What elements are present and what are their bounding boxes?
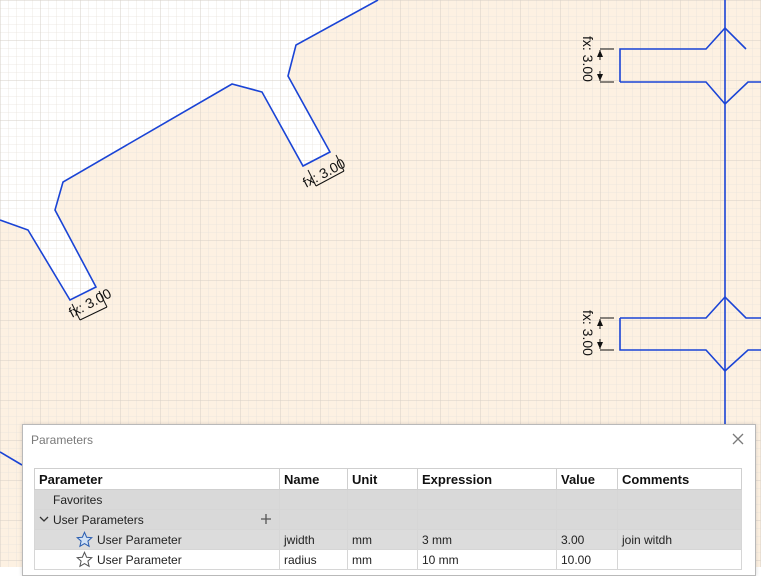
dialog-title: Parameters — [31, 433, 94, 447]
user-parameters-cell: User Parameters — [34, 509, 280, 530]
column-header-name[interactable]: Name — [279, 468, 348, 490]
table-row[interactable]: User Parameter jwidth mm 3 mm 3.00 join … — [34, 529, 742, 550]
user-parameters-label: User Parameters — [53, 512, 144, 527]
parameter-name[interactable]: jwidth — [279, 529, 348, 550]
user-parameters-group-row[interactable]: User Parameters — [34, 509, 742, 530]
parameters-table: Parameter Name Unit Expression Value Com… — [34, 468, 742, 570]
star-icon[interactable] — [76, 551, 93, 568]
add-parameter-icon[interactable] — [259, 510, 273, 528]
parameter-type: User Parameter — [97, 552, 182, 567]
dimension-label: fx: 3.00 — [580, 310, 596, 356]
column-header-parameter[interactable]: Parameter — [34, 468, 280, 490]
column-header-unit[interactable]: Unit — [347, 468, 418, 490]
parameter-cell: User Parameter — [34, 529, 280, 550]
parameter-value: 3.00 — [556, 529, 618, 550]
close-icon[interactable] — [730, 431, 746, 447]
column-header-comments[interactable]: Comments — [617, 468, 742, 490]
column-header-value[interactable]: Value — [556, 468, 618, 490]
favorites-label: Favorites — [34, 489, 280, 510]
dimension-label: fx: 3.00 — [580, 36, 596, 82]
parameter-comments[interactable]: join witdh — [617, 529, 742, 550]
chevron-down-icon[interactable] — [39, 514, 49, 524]
parameter-expression[interactable]: 3 mm — [417, 529, 557, 550]
parameter-type: User Parameter — [97, 532, 182, 547]
column-header-expression[interactable]: Expression — [417, 468, 557, 490]
table-header-row: Parameter Name Unit Expression Value Com… — [34, 468, 742, 490]
parameter-unit[interactable]: mm — [347, 529, 418, 550]
parameters-dialog: Parameters Parameter Name Unit Expressio… — [22, 424, 756, 576]
favorites-group-row[interactable]: Favorites — [34, 489, 742, 510]
star-icon[interactable] — [76, 531, 93, 548]
